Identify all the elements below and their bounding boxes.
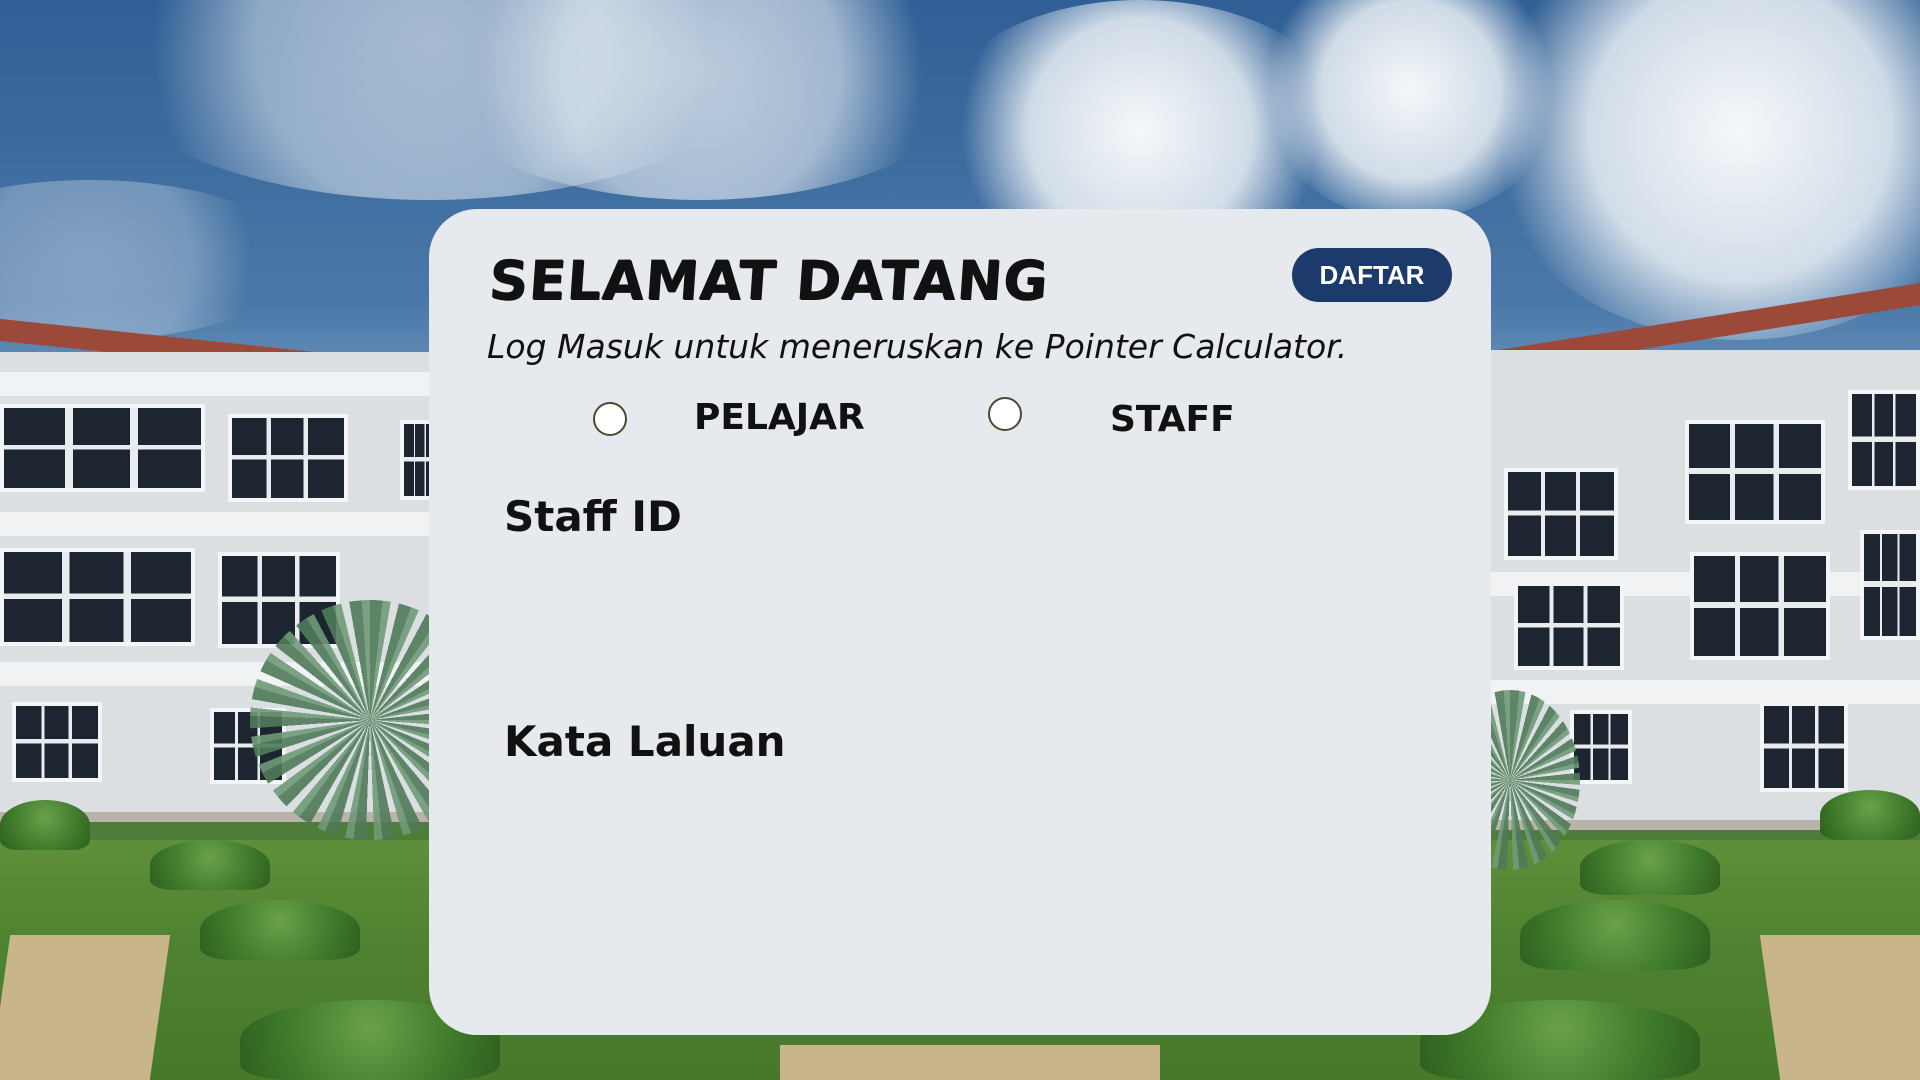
background-campus-photo: SELAMAT DATANG DAFTAR Log Masuk untuk me… (0, 0, 1920, 1080)
cloud (1480, 0, 1920, 340)
login-card: SELAMAT DATANG DAFTAR Log Masuk untuk me… (429, 209, 1491, 1035)
password-input[interactable] (504, 794, 1408, 876)
shrub (1820, 790, 1920, 840)
shrub (1520, 900, 1710, 970)
shrub (200, 900, 360, 960)
staff-id-label: Staff ID (504, 492, 682, 541)
cloud (0, 180, 300, 340)
register-button[interactable]: DAFTAR (1292, 248, 1452, 302)
radio-label-staff[interactable]: STAFF (1110, 399, 1235, 440)
shrub (150, 840, 270, 890)
login-subtitle: Log Masuk untuk meneruskan ke Pointer Ca… (487, 327, 1348, 366)
walkway (1759, 935, 1920, 1080)
shrub (0, 800, 90, 850)
password-label: Kata Laluan (504, 717, 786, 766)
shrub (1580, 840, 1720, 895)
staff-id-input[interactable] (504, 569, 1408, 651)
walkway (0, 935, 171, 1080)
page-title: SELAMAT DATANG (486, 249, 1051, 312)
radio-pelajar[interactable] (593, 402, 627, 436)
radio-staff[interactable] (988, 397, 1022, 431)
radio-label-pelajar[interactable]: PELAJAR (694, 397, 865, 438)
walkway (780, 1045, 1160, 1080)
